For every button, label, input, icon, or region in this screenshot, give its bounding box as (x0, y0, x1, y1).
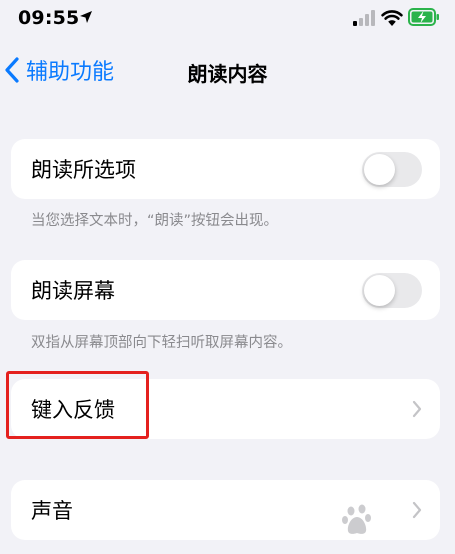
speak-screen-label: 朗读屏幕 (31, 279, 115, 303)
chevron-right-icon (412, 400, 422, 418)
toggle-knob (364, 154, 395, 185)
toggle-knob (364, 275, 395, 306)
speak-screen-footer: 双指从屏幕顶部向下轻扫听取屏幕内容。 (31, 335, 292, 351)
status-time: 09:55 (18, 7, 80, 29)
speak-selection-row: 朗读所选项 (11, 139, 440, 199)
navigation-bar: 辅助功能 朗读内容 (0, 44, 455, 96)
location-arrow-icon (80, 11, 92, 23)
speak-selection-group: 朗读所选项 (11, 139, 440, 199)
paw-icon (342, 504, 371, 534)
sounds-label: 声音 (31, 499, 73, 523)
chevron-right-icon (412, 501, 422, 519)
wifi-icon (381, 10, 403, 26)
speak-screen-group: 朗读屏幕 (11, 260, 440, 320)
signal-icon (353, 10, 375, 26)
speak-screen-toggle[interactable] (362, 273, 422, 308)
status-bar: 09:55 (0, 0, 455, 38)
baidu-watermark (338, 499, 378, 543)
page-title: 朗读内容 (187, 62, 268, 86)
red-highlight-box (6, 371, 149, 439)
speak-selection-label: 朗读所选项 (31, 158, 136, 182)
battery-charging-icon (408, 8, 439, 26)
speak-selection-toggle[interactable] (362, 152, 422, 187)
speak-screen-row: 朗读屏幕 (11, 260, 440, 320)
speak-selection-footer: 当您选择文本时，“朗读”按钮会出现。 (31, 213, 279, 229)
